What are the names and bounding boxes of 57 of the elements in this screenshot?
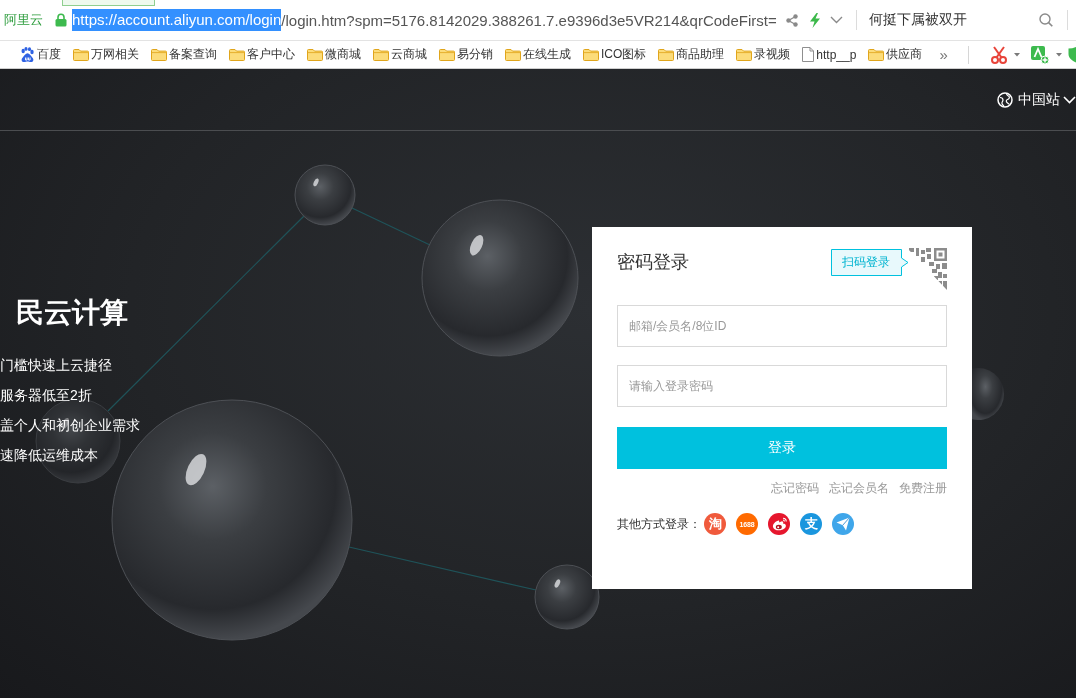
globe-icon xyxy=(997,91,1013,108)
hero-title: 民云计算 xyxy=(16,296,128,330)
shield-icon[interactable] xyxy=(1068,46,1076,63)
search-icon[interactable] xyxy=(1039,13,1053,27)
feature-text: 速降低运维成本 xyxy=(0,446,98,465)
sphere xyxy=(534,564,600,630)
eye-logo-icon xyxy=(771,517,787,531)
feature-text: 门槛快速上云捷径 xyxy=(0,356,112,375)
bookmark-item[interactable]: 录视频 xyxy=(736,46,791,63)
chevron-down-icon[interactable] xyxy=(830,16,843,24)
region-selector[interactable]: 中国站 xyxy=(997,90,1076,109)
bookmark-item[interactable]: 供应商 xyxy=(868,46,923,63)
more-bookmarks-button[interactable]: » xyxy=(939,46,948,63)
bookmark-item[interactable]: 百度 xyxy=(20,46,61,63)
bookmark-item[interactable]: 在线生成 xyxy=(505,46,571,63)
folder-icon xyxy=(373,48,389,61)
username-field[interactable]: 邮箱/会员名/8位ID xyxy=(617,305,947,347)
bookmark-item[interactable]: 备案查询 xyxy=(151,46,217,63)
bookmark-item[interactable]: ICO图标 xyxy=(583,46,647,63)
caret-icon[interactable] xyxy=(1014,52,1020,57)
other-login-label: 其他方式登录： xyxy=(617,515,701,533)
folder-icon xyxy=(658,48,675,61)
tile-plus-icon[interactable] xyxy=(1031,45,1049,64)
login-option-button[interactable] xyxy=(832,513,854,535)
scissors-icon[interactable] xyxy=(991,45,1007,64)
feature-text: 盖个人和初创企业需求 xyxy=(0,416,140,435)
folder-icon xyxy=(229,48,245,61)
folder-icon xyxy=(73,48,89,61)
chevron-down-icon xyxy=(1063,95,1076,104)
card-title: 密码登录 xyxy=(617,251,689,274)
bookmark-item[interactable]: 易分销 xyxy=(439,46,493,63)
paw-icon xyxy=(20,46,35,63)
folder-icon xyxy=(307,48,323,61)
site-label: 阿里云 xyxy=(4,11,43,29)
folder-icon xyxy=(439,48,455,61)
folder-icon xyxy=(736,48,753,61)
feature-text: 服务器低至2折 xyxy=(0,386,92,405)
password-field[interactable]: 请输入登录密码 xyxy=(617,365,947,407)
folder-icon xyxy=(151,48,167,61)
paper-plane-icon xyxy=(836,517,850,531)
folder-icon xyxy=(505,48,521,61)
caret-icon[interactable] xyxy=(1056,52,1062,57)
login-option-button[interactable] xyxy=(768,513,790,535)
bookmark-item[interactable]: http__p xyxy=(802,47,857,62)
folder-icon xyxy=(583,48,599,61)
bookmark-item[interactable]: 万网相关 xyxy=(73,46,139,63)
bookmark-item[interactable]: 云商城 xyxy=(373,46,427,63)
lightning-icon[interactable] xyxy=(810,12,820,28)
sphere xyxy=(294,164,356,226)
bookmark-item[interactable]: 商品助理 xyxy=(658,46,725,63)
page-icon xyxy=(802,47,815,62)
bookmark-item[interactable]: 客户中心 xyxy=(229,46,295,63)
folder-icon xyxy=(868,48,885,61)
share-icon[interactable] xyxy=(786,13,798,27)
qr-code-icon[interactable] xyxy=(907,248,947,290)
bookmark-item[interactable]: 微商城 xyxy=(307,46,361,63)
search-field[interactable]: 何挺下属被双开 xyxy=(869,11,1053,29)
